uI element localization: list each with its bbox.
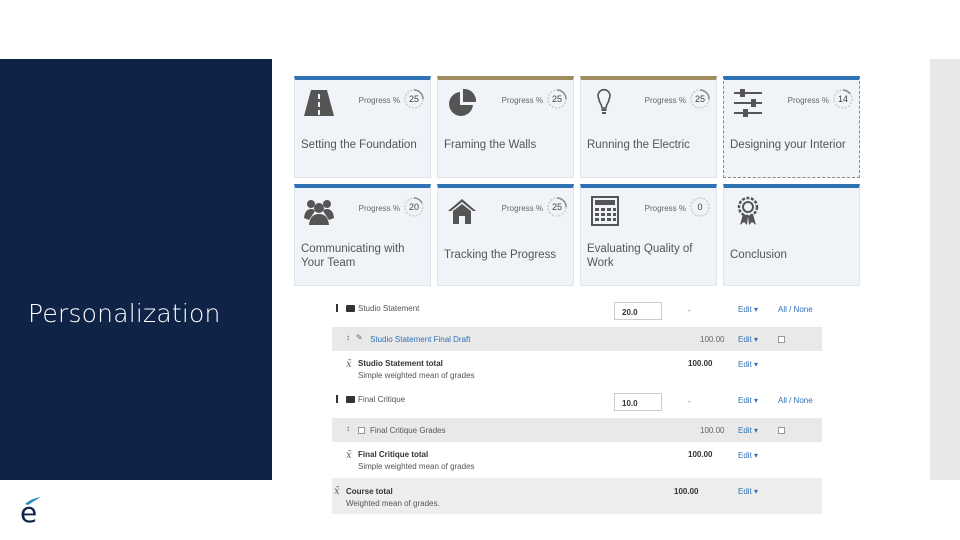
select-checkbox[interactable] — [778, 336, 785, 343]
grade-item-row: ↕ ✎ Studio Statement Final Draft 100.00 … — [332, 327, 822, 351]
tile-label: Framing the Walls — [444, 139, 537, 151]
progress-label: Progress % — [787, 96, 829, 105]
lightbulb-icon — [597, 88, 611, 114]
grade-item-name[interactable]: Studio Statement Final Draft — [370, 335, 471, 344]
tile-evaluating-quality-of-work[interactable]: Progress % 0 Evaluating Quality of Work — [580, 184, 717, 286]
award-icon — [737, 196, 759, 225]
weight-input[interactable]: 10.0 — [614, 393, 662, 411]
course-total-name: Course total — [346, 487, 393, 496]
progress-label: Progress % — [501, 204, 543, 213]
item-icon — [358, 427, 365, 434]
progress-label: Progress % — [501, 96, 543, 105]
tile-label: Communicating with Your Team — [301, 243, 405, 269]
progress-label: Progress % — [644, 96, 686, 105]
pie-chart-icon — [449, 88, 477, 116]
select-all-none-link[interactable]: All / None — [778, 396, 813, 405]
road-icon — [304, 90, 334, 116]
max-grade: 100.00 — [700, 335, 725, 344]
total-description: Simple weighted mean of grades — [358, 462, 475, 471]
sliders-icon — [734, 89, 762, 117]
progress-label: Progress % — [358, 96, 400, 105]
sigma-icon: x̄ — [346, 359, 352, 370]
grade-item-name[interactable]: Final Critique Grades — [370, 426, 446, 435]
progress-value: 20 — [408, 202, 419, 212]
progress-value: 14 — [837, 94, 848, 104]
max-grade: 100.00 — [688, 359, 713, 368]
move-handle-icon[interactable] — [336, 304, 338, 312]
category-name: Final Critique — [358, 395, 406, 404]
tile-label: Tracking the Progress — [444, 249, 557, 261]
move-icon[interactable]: ↕ — [346, 424, 350, 433]
tile-tracking-the-progress[interactable]: Progress % 25 Tracking the Progress — [437, 184, 574, 286]
move-icon[interactable]: ↕ — [346, 333, 350, 342]
tile-conclusion[interactable]: Conclusion — [723, 184, 860, 286]
progress-ring: 25 — [403, 88, 425, 110]
progress-ring: 25 — [689, 88, 711, 110]
grade-item-row: ↕ Final Critique Grades 100.00 Edit ▾ — [332, 418, 822, 442]
max-grade: 100.00 — [688, 450, 713, 459]
progress-ring: 14 — [832, 88, 854, 110]
tile-framing-the-walls[interactable]: Progress % 25 Framing the Walls — [437, 76, 574, 178]
progress-value: 25 — [694, 94, 705, 104]
total-description: Simple weighted mean of grades — [358, 371, 475, 380]
max-grade: - — [688, 306, 691, 315]
edit-menu[interactable]: Edit ▾ — [738, 360, 758, 369]
assignment-icon: ✎ — [356, 333, 363, 342]
course-total-description: Weighted mean of grades. — [346, 499, 440, 508]
brand-logo: e — [20, 497, 44, 529]
folder-icon — [346, 305, 355, 312]
category-row: Studio Statement 20.0 - Edit ▾ All / Non… — [332, 296, 822, 326]
folder-icon — [346, 396, 355, 403]
calculator-icon — [591, 196, 619, 226]
tile-setting-the-foundation[interactable]: Progress % 25 Setting the Foundation — [294, 76, 431, 178]
home-icon — [448, 199, 476, 224]
progress-value: 0 — [697, 202, 703, 212]
move-handle-icon[interactable] — [336, 395, 338, 403]
total-name: Studio Statement total — [358, 359, 443, 368]
sigma-icon: x̄ — [334, 486, 340, 497]
progress-ring: 25 — [546, 196, 568, 218]
course-total-row: x̄ Course total Weighted mean of grades.… — [332, 478, 822, 514]
total-name: Final Critique total — [358, 450, 429, 459]
select-checkbox[interactable] — [778, 427, 785, 434]
slide-title: Personalization — [28, 299, 221, 328]
category-total-row: x̄ Studio Statement total Simple weighte… — [332, 352, 822, 386]
progress-value: 25 — [551, 94, 562, 104]
progress-ring: 25 — [546, 88, 568, 110]
sigma-icon: x̄ — [346, 450, 352, 461]
edit-menu[interactable]: Edit ▾ — [738, 305, 758, 314]
progress-value: 25 — [408, 94, 419, 104]
weight-input[interactable]: 20.0 — [614, 302, 662, 320]
tile-running-the-electric[interactable]: Progress % 25 Running the Electric — [580, 76, 717, 178]
progress-ring: 0 — [689, 196, 711, 218]
tile-label: Designing your Interior — [730, 139, 846, 151]
tile-designing-your-interior[interactable]: Progress % 14 Designing your Interior — [723, 76, 860, 178]
progress-label: Progress % — [644, 204, 686, 213]
max-grade: - — [688, 397, 691, 406]
category-total-row: x̄ Final Critique total Simple weighted … — [332, 443, 822, 477]
tile-label: Setting the Foundation — [301, 139, 417, 151]
category-row: Final Critique 10.0 - Edit ▾ All / None — [332, 387, 822, 417]
progress-label: Progress % — [358, 204, 400, 213]
edit-menu[interactable]: Edit ▾ — [738, 396, 758, 405]
progress-value: 25 — [551, 202, 562, 212]
tile-communicating-with-your-team[interactable]: Progress % 20 Communicating with Your Te… — [294, 184, 431, 286]
users-icon — [304, 200, 334, 225]
category-name: Studio Statement — [358, 304, 420, 313]
scrollbar-track[interactable] — [930, 59, 960, 480]
select-all-none-link[interactable]: All / None — [778, 305, 813, 314]
max-grade: 100.00 — [700, 426, 725, 435]
tile-label: Running the Electric — [587, 139, 690, 151]
progress-ring: 20 — [403, 196, 425, 218]
edit-menu[interactable]: Edit ▾ — [738, 335, 758, 344]
tile-label: Conclusion — [730, 249, 787, 261]
title-panel: Personalization — [0, 59, 272, 480]
edit-menu[interactable]: Edit ▾ — [738, 426, 758, 435]
logo-letter-icon: e — [20, 496, 38, 529]
edit-menu[interactable]: Edit ▾ — [738, 451, 758, 460]
tile-label: Evaluating Quality of Work — [587, 243, 693, 269]
max-grade: 100.00 — [674, 487, 699, 496]
edit-menu[interactable]: Edit ▾ — [738, 487, 758, 496]
